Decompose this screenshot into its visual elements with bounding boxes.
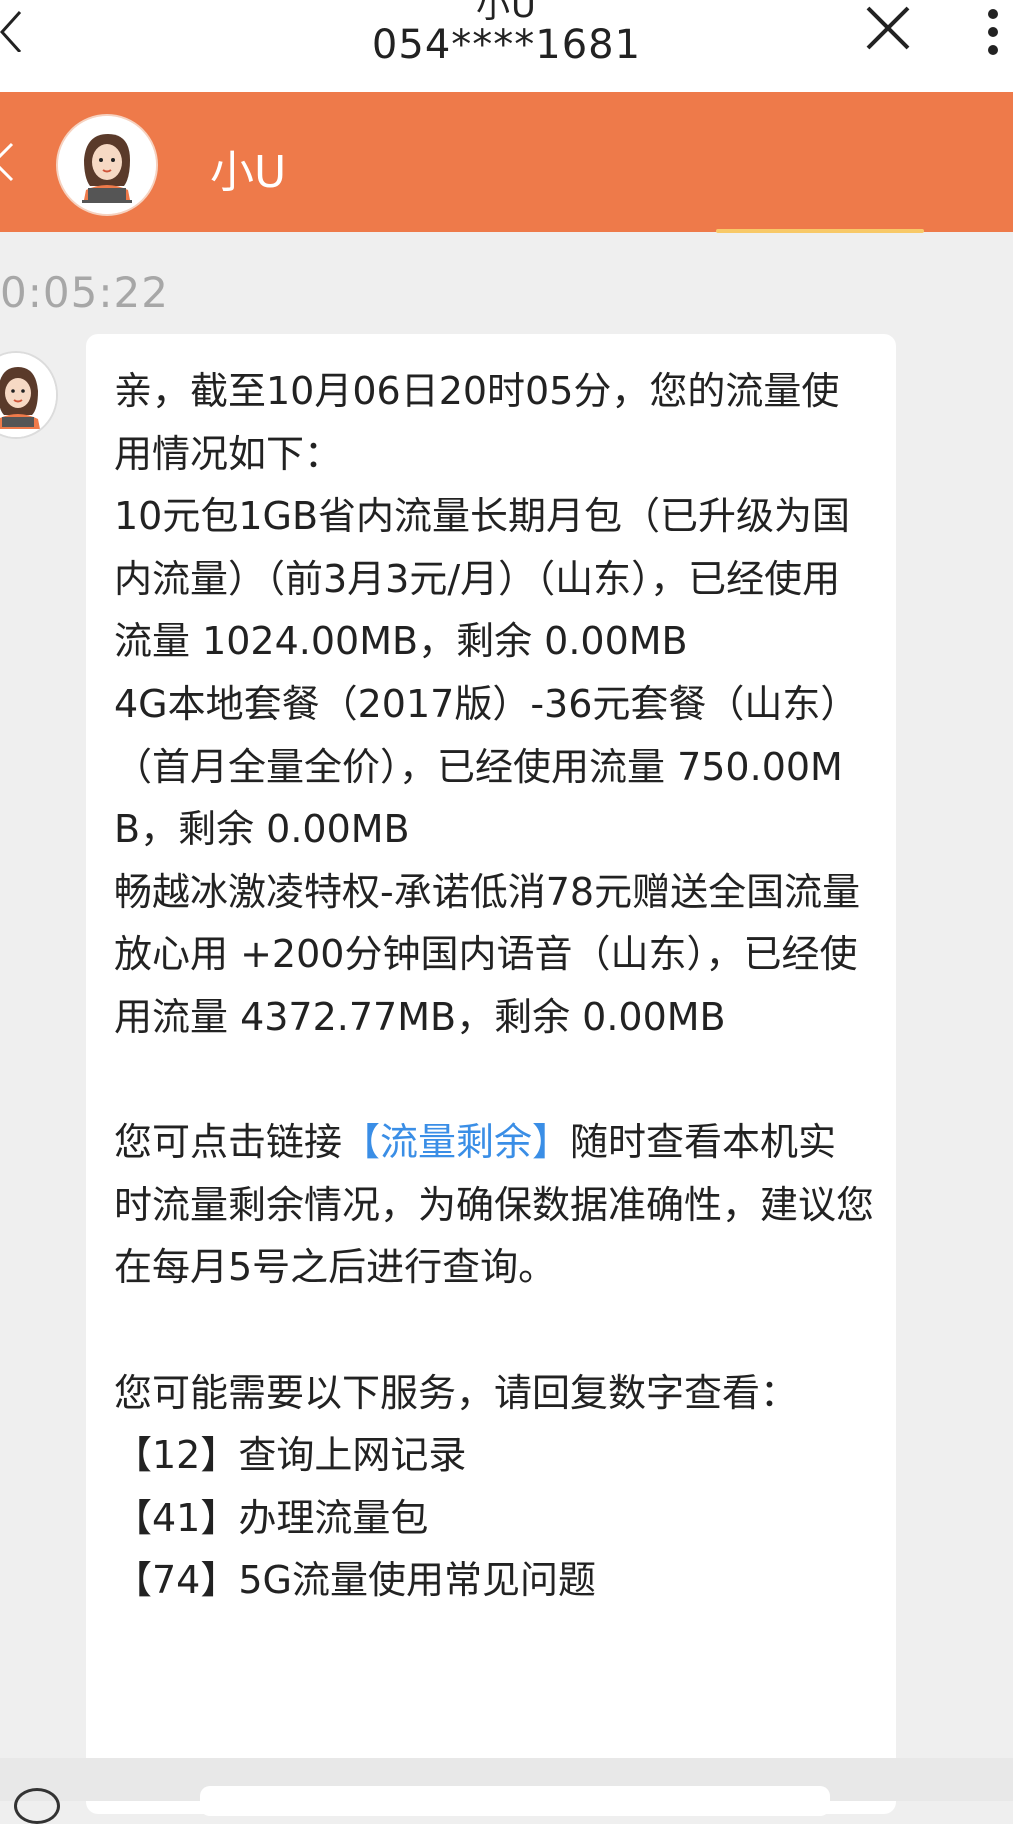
bot-avatar-icon (0, 353, 56, 437)
message-bubble: 亲，截至10月06日20时05分，您的流量使用情况如下： 10元包1GB省内流量… (86, 334, 896, 1814)
plan-usage-1: 10元包1GB省内流量长期月包（已升级为国内流量）（前3月3元/月）（山东），已… (114, 494, 851, 664)
service-prompt: 您可能需要以下服务，请回复数字查看： (114, 1370, 799, 1415)
voice-icon[interactable] (14, 1788, 60, 1824)
message-body: 亲，截至10月06日20时05分，您的流量使用情况如下： 10元包1GB省内流量… (114, 360, 874, 1612)
data-balance-link[interactable]: 【流量剩余】 (342, 1120, 570, 1164)
message-input[interactable] (200, 1786, 830, 1816)
plan-usage-3: 畅越冰激凌特权-承诺低消78元赠送全国流量放心用 +200分钟国内语音（山东），… (114, 869, 861, 1039)
assistant-avatar-icon (58, 116, 156, 214)
message-timestamp: 0:05:22 (0, 268, 169, 317)
assistant-name: 小U (210, 147, 287, 198)
chat-header: 小U (0, 92, 1013, 233)
link-paragraph-prefix: 您可点击链接 (114, 1120, 343, 1165)
plan-usage-2: 4G本地套餐（2017版）-36元套餐（山东）（首月全量全价），已经使用流量 7… (114, 681, 859, 852)
more-icon[interactable] (983, 2, 1003, 62)
input-bar (0, 1758, 1013, 1824)
service-option[interactable]: 【12】查询上网记录 (114, 1433, 466, 1477)
top-bar: 小U 054****1681 (0, 0, 1013, 93)
header-back-icon[interactable] (0, 132, 26, 192)
service-option[interactable]: 【41】办理流量包 (114, 1496, 428, 1540)
message-intro: 亲，截至10月06日20时05分，您的流量使用情况如下： (114, 369, 840, 476)
back-icon[interactable] (0, 8, 36, 52)
assistant-avatar[interactable] (56, 114, 158, 216)
close-icon[interactable] (862, 2, 914, 54)
message-avatar[interactable] (0, 351, 58, 439)
service-option[interactable]: 【74】5G流量使用常见问题 (114, 1558, 596, 1602)
tab-indicator (716, 229, 924, 233)
